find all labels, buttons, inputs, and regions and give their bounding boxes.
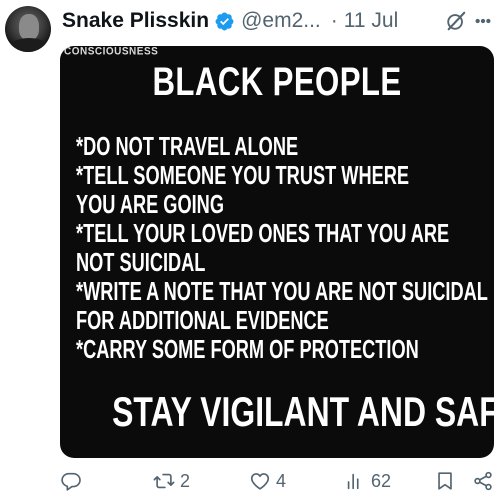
tweet-date[interactable]: 11 Jul xyxy=(344,9,398,33)
verified-badge-icon xyxy=(215,12,234,30)
separator-dot: · xyxy=(330,9,338,32)
author-handle[interactable]: @em2... xyxy=(241,9,321,33)
image-line: NOT SUICIDAL xyxy=(76,247,206,277)
grok-icon[interactable] xyxy=(445,10,467,32)
image-line: *DO NOT TRAVEL ALONE xyxy=(76,131,299,161)
image-line: FOR ADDITIONAL EVIDENCE xyxy=(76,305,329,335)
like-icon xyxy=(250,473,270,490)
image-footer: STAY VIGILANT AND SAFE xyxy=(112,388,494,435)
bookmark-icon xyxy=(438,472,452,490)
bookmark-button[interactable] xyxy=(434,468,456,494)
retweet-count: 2 xyxy=(180,470,191,491)
reply-button[interactable] xyxy=(60,468,87,494)
avatar[interactable] xyxy=(5,6,51,52)
watermark-text: CONSCIOUSNESS xyxy=(64,46,159,58)
image-line: *TELL SOMEONE YOU TRUST WHERE xyxy=(76,160,410,190)
image-line: YOU ARE GOING xyxy=(76,189,224,219)
tweet-header: Snake Plisskin @em2... · 11 Jul xyxy=(62,6,398,36)
reply-icon xyxy=(61,472,81,491)
image-list: *DO NOT TRAVEL ALONE *TELL SOMEONE YOU T… xyxy=(76,131,488,364)
share-button[interactable] xyxy=(472,468,494,494)
views-button[interactable]: 62 xyxy=(344,468,391,494)
image-title: BLACK PEOPLE xyxy=(152,60,402,104)
like-button[interactable]: 4 xyxy=(249,468,286,494)
retweet-icon xyxy=(153,473,175,489)
views-count: 62 xyxy=(371,470,392,491)
retweet-button[interactable]: 2 xyxy=(153,468,190,494)
like-count: 4 xyxy=(276,470,287,491)
tweet-image[interactable]: CONSCIOUSNESS BLACK PEOPLE *DO NOT TRAVE… xyxy=(60,46,494,458)
author-name[interactable]: Snake Plisskin xyxy=(62,9,209,33)
image-line: *CARRY SOME FORM OF PROTECTION xyxy=(76,334,419,364)
tweet[interactable]: Snake Plisskin @em2... · 11 Jul CONSCIOU… xyxy=(0,0,499,500)
more-icon[interactable] xyxy=(470,6,496,36)
avatar-face xyxy=(19,14,39,40)
share-icon xyxy=(474,471,492,491)
image-line: *WRITE A NOTE THAT YOU ARE NOT SUICIDAL xyxy=(76,276,488,306)
action-bar: 2 4 62 xyxy=(0,466,499,498)
views-icon xyxy=(347,473,359,490)
avatar-shoulders xyxy=(7,38,51,52)
image-line: *TELL YOUR LOVED ONES THAT YOU ARE xyxy=(76,218,450,248)
